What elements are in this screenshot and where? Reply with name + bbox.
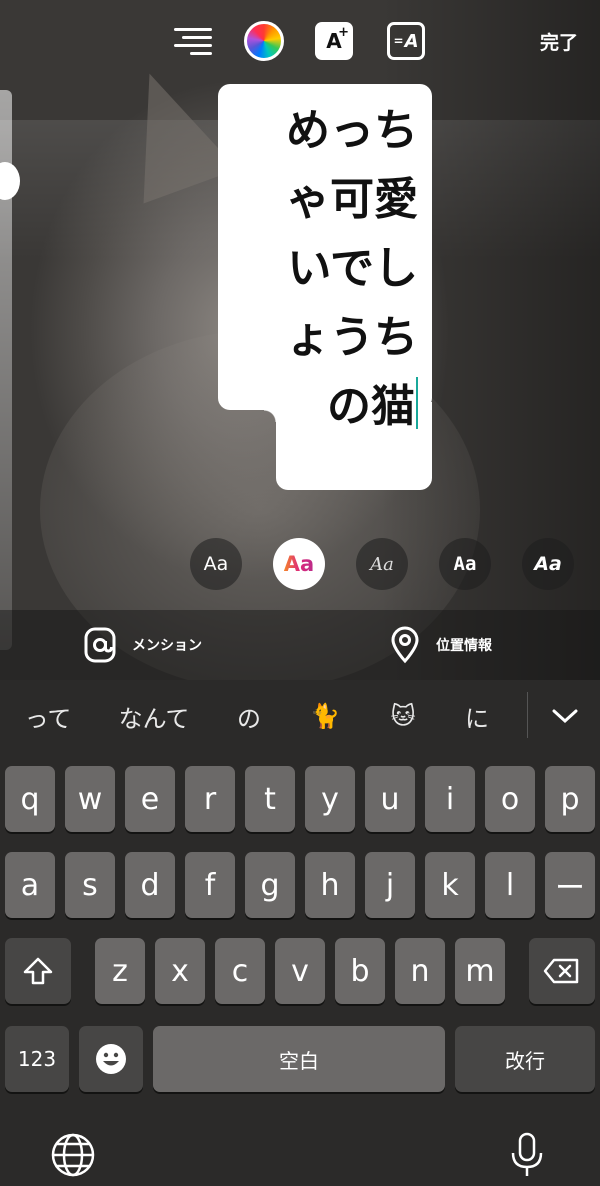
font-selector: Aa Aa Aa Aa Aa (0, 538, 600, 592)
key-f[interactable]: f (185, 852, 235, 918)
key-e[interactable]: e (125, 766, 175, 832)
done-button[interactable]: 完了 (540, 18, 578, 64)
text-align-button[interactable] (172, 18, 214, 64)
globe-icon (51, 1133, 95, 1177)
suggestion-item[interactable]: に (452, 680, 502, 752)
text-style-button[interactable]: = A (385, 18, 427, 64)
font-sample: Aa (534, 553, 562, 575)
text-line: の猫 (327, 381, 415, 432)
key-a[interactable]: a (5, 852, 55, 918)
location-label: 位置情報 (436, 638, 492, 654)
font-script-button[interactable]: Aa (356, 538, 408, 590)
color-picker-button[interactable] (243, 18, 285, 64)
tag-bar: メンション 位置情報 (0, 610, 600, 680)
space-key[interactable]: 空白 (153, 1026, 445, 1092)
suggestion-bar: って なんて の 🐈 🐱 に (0, 680, 600, 752)
editor-toolbar: A + = A 完了 (0, 18, 600, 68)
font-strong-button[interactable]: Aa (522, 538, 574, 590)
numbers-key[interactable]: 123 (5, 1026, 69, 1092)
text-effects-plus: + (338, 25, 349, 40)
suggestion-item[interactable]: って (18, 680, 78, 752)
key-j[interactable]: j (365, 852, 415, 918)
key-d[interactable]: d (125, 852, 175, 918)
key-s[interactable]: s (65, 852, 115, 918)
key-n[interactable]: n (395, 938, 445, 1004)
location-pin-icon (391, 626, 419, 664)
key-u[interactable]: u (365, 766, 415, 832)
mention-button[interactable]: メンション (84, 610, 202, 680)
font-classic-button[interactable]: Aa (190, 538, 242, 590)
font-modern-button[interactable]: Aa (273, 538, 325, 590)
text-line: めっち (286, 105, 418, 156)
key-h[interactable]: h (305, 852, 355, 918)
text-background-icon: = A (387, 22, 425, 60)
key-r[interactable]: r (185, 766, 235, 832)
text-effects-icon: A + (315, 22, 353, 60)
key-x[interactable]: x (155, 938, 205, 1004)
key-c[interactable]: c (215, 938, 265, 1004)
text-line: ゃ可愛 (286, 174, 418, 225)
return-key[interactable]: 改行 (455, 1026, 595, 1092)
suggestion-divider (527, 692, 528, 738)
backspace-icon (543, 958, 579, 984)
key-l[interactable]: l (485, 852, 535, 918)
key-v[interactable]: v (275, 938, 325, 1004)
emoji-icon (96, 1044, 126, 1074)
key-b[interactable]: b (335, 938, 385, 1004)
key-q[interactable]: q (5, 766, 55, 832)
suggestion-item[interactable]: なんて (106, 680, 202, 752)
text-sticker-content[interactable]: めっち ゃ可愛 いでし ょうち の猫 (218, 96, 418, 441)
text-line: ょうち (286, 312, 418, 363)
text-style-letter: A (404, 30, 419, 52)
text-sticker[interactable]: めっち ゃ可愛 いでし ょうち の猫 (218, 84, 432, 490)
text-line-last: の猫 (218, 372, 418, 441)
key-m[interactable]: m (455, 938, 505, 1004)
key-p[interactable]: p (545, 766, 595, 832)
font-typewriter-button[interactable]: Aa (439, 538, 491, 590)
suggestion-item[interactable]: 🐈 (298, 680, 352, 752)
text-effects-button[interactable]: A + (313, 18, 355, 64)
text-line: いでし (287, 243, 418, 294)
at-sign-icon (84, 627, 116, 663)
key-z[interactable]: z (95, 938, 145, 1004)
expand-candidates-button[interactable] (540, 680, 590, 752)
microphone-icon (511, 1132, 543, 1176)
key-g[interactable]: g (245, 852, 295, 918)
key-o[interactable]: o (485, 766, 535, 832)
key-w[interactable]: w (65, 766, 115, 832)
suggestion-item[interactable]: 🐱 (376, 680, 430, 752)
key-long-vowel[interactable]: ー (545, 852, 595, 918)
location-button[interactable]: 位置情報 (390, 610, 492, 680)
text-cursor (416, 377, 418, 429)
key-k[interactable]: k (425, 852, 475, 918)
text-align-icon (174, 23, 212, 60)
globe-button[interactable] (48, 1130, 98, 1180)
key-i[interactable]: i (425, 766, 475, 832)
font-sample: Aa (283, 552, 315, 576)
suggestion-item[interactable]: の (226, 680, 272, 752)
font-sample: Aa (370, 553, 394, 575)
keyboard: って なんて の 🐈 🐱 に q w e r t y u i o p a s d… (0, 680, 600, 1186)
dictation-button[interactable] (502, 1130, 552, 1180)
key-t[interactable]: t (245, 766, 295, 832)
shift-key[interactable] (5, 938, 71, 1004)
shift-icon (23, 957, 53, 985)
key-y[interactable]: y (305, 766, 355, 832)
backspace-key[interactable] (529, 938, 595, 1004)
color-wheel-icon (244, 21, 284, 61)
chevron-down-icon (552, 709, 578, 724)
font-sample: Aa (203, 553, 229, 575)
emoji-key[interactable] (79, 1026, 143, 1092)
mention-label: メンション (132, 638, 202, 654)
font-sample: Aa (453, 553, 477, 575)
